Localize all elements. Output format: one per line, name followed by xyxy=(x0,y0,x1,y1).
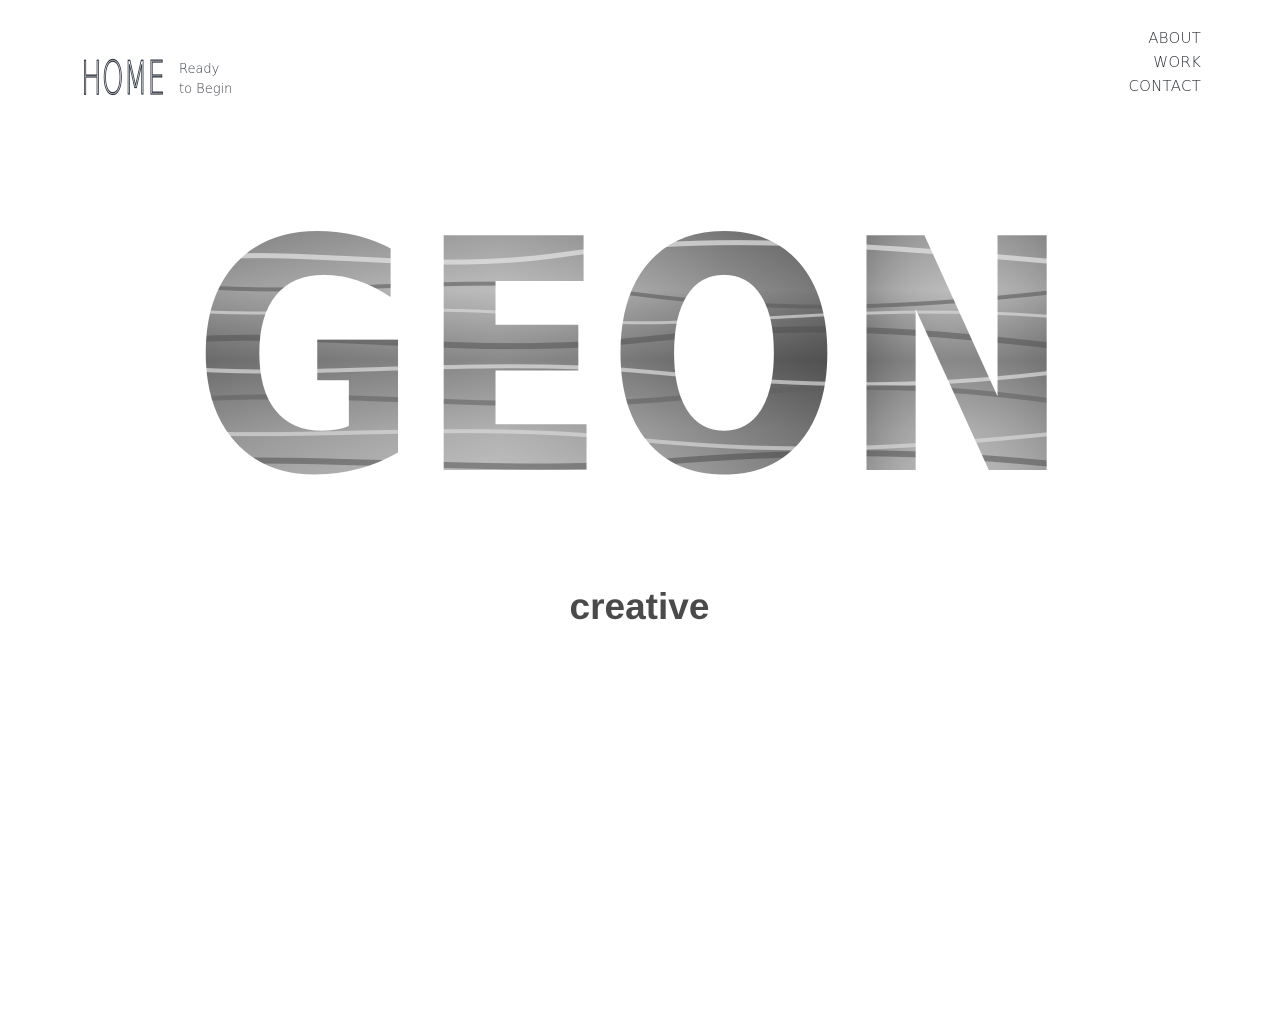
main-nav: ABOUT WORK CONTACT xyxy=(1128,26,1201,98)
home-logo: HOME xyxy=(80,57,166,99)
hero-subtitle: creative xyxy=(569,586,710,627)
water-texture xyxy=(192,220,1072,500)
nav-item-about[interactable]: ABOUT xyxy=(1128,26,1201,50)
tagline-line-2: to Begin xyxy=(179,82,233,97)
nav-item-contact[interactable]: CONTACT xyxy=(1128,74,1201,98)
logo-tagline: Ready to Begin xyxy=(179,60,232,100)
logo-wordmark: HOME xyxy=(81,57,165,99)
home-logo-link[interactable]: HOME Ready to Begin xyxy=(80,56,232,100)
hero-title-block: GEON xyxy=(0,200,1279,500)
tagline-line-1: Ready xyxy=(179,62,220,77)
nav-item-work[interactable]: WORK xyxy=(1128,50,1201,74)
